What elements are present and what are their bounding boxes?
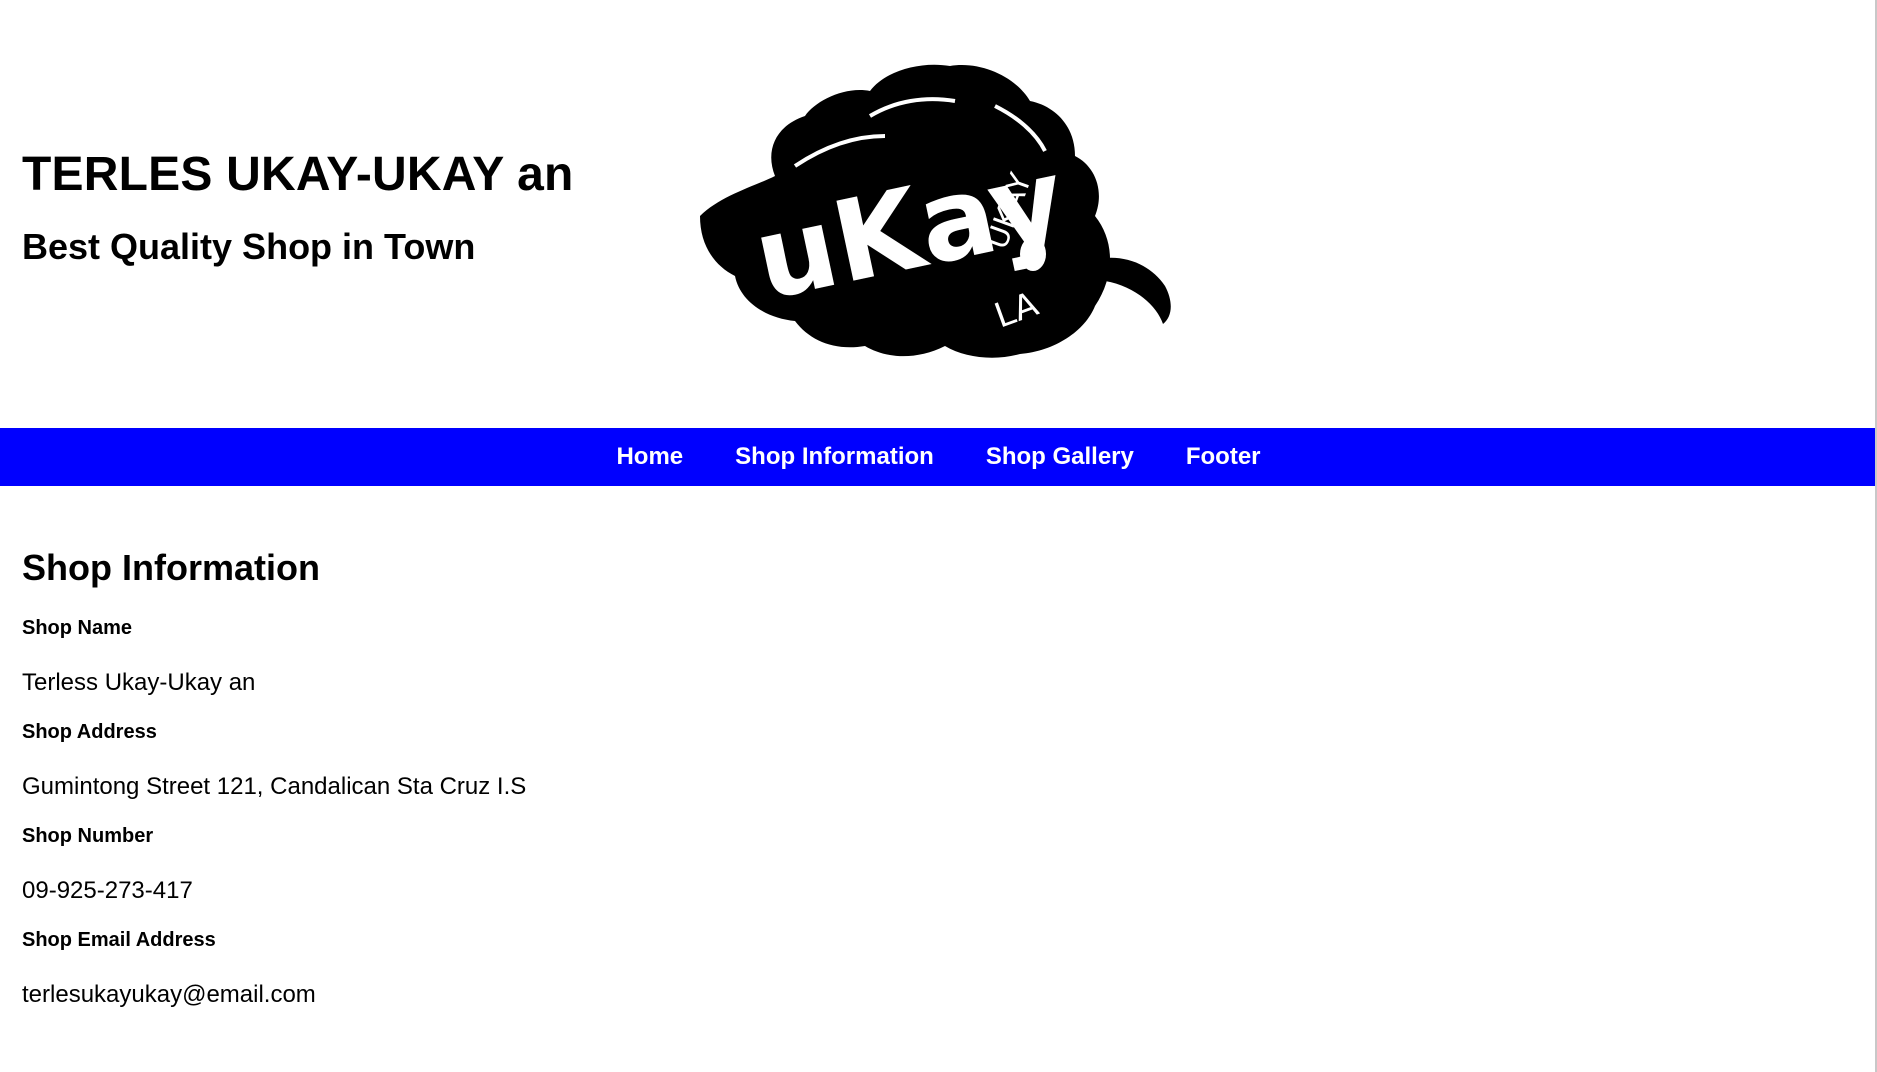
page: TERLES UKAY-UKAY an Best Quality Shop in…	[0, 0, 1877, 1072]
leaf-logo-icon: uKay UKAY LA	[700, 64, 1171, 358]
shop-address-label: Shop Address	[22, 721, 157, 743]
main-nav: Home Shop Information Shop Gallery Foote…	[0, 428, 1877, 486]
shop-name-label: Shop Name	[22, 617, 133, 639]
shop-name-value: Terless Ukay-Ukay an	[22, 669, 256, 696]
shop-address-value: Gumintong Street 121, Candalican Sta Cru…	[22, 773, 527, 800]
shop-number-label: Shop Number	[22, 825, 154, 847]
shop-number-value: 09-925-273-417	[22, 877, 193, 904]
shop-information-section: Shop Information Shop Name Terless Ukay-…	[22, 540, 1822, 1012]
site-header: TERLES UKAY-UKAY an Best Quality Shop in…	[0, 0, 1877, 428]
nav-footer-link[interactable]: Footer	[1186, 428, 1261, 486]
shop-email-label: Shop Email Address	[22, 929, 216, 951]
nav-home-link[interactable]: Home	[616, 428, 683, 486]
nav-shop-gallery-link[interactable]: Shop Gallery	[986, 428, 1134, 486]
title-block: TERLES UKAY-UKAY an Best Quality Shop in…	[22, 146, 574, 269]
section-heading: Shop Information	[22, 547, 320, 588]
shop-email-value: terlesukayukay@email.com	[22, 981, 316, 1008]
site-subtitle: Best Quality Shop in Town	[22, 226, 476, 267]
site-title: TERLES UKAY-UKAY an	[22, 148, 574, 201]
nav-shop-information-link[interactable]: Shop Information	[735, 428, 934, 486]
